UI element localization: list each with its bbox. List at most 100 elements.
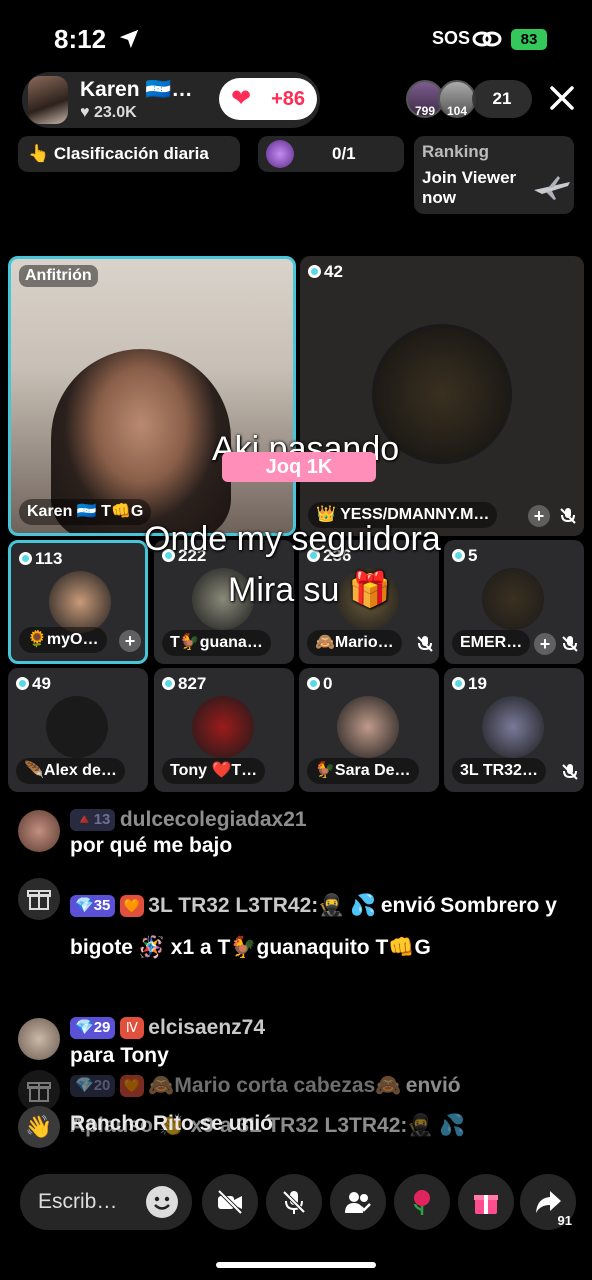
- add-guest-button[interactable]: +: [534, 633, 556, 655]
- daily-ranking-button[interactable]: 👆 Clasificación diaria: [18, 136, 240, 172]
- comment-placeholder: Escrib…: [38, 1190, 118, 1213]
- mic-muted-icon: [562, 764, 578, 780]
- host-avatar[interactable]: [28, 76, 68, 124]
- host-badge: Anfitrión: [19, 265, 98, 287]
- viewer-count[interactable]: 21: [472, 80, 532, 118]
- follow-count: +86: [271, 88, 305, 110]
- guest-tile[interactable]: 49 🪶Alex de…: [8, 668, 148, 792]
- mic-off-icon: [282, 1190, 306, 1214]
- host-name: Karen 🇭🇳…: [80, 78, 193, 101]
- live-dot-icon: [308, 265, 321, 278]
- ranking-card[interactable]: Ranking Join Viewer now: [414, 136, 574, 214]
- guest-avatar: [482, 568, 544, 630]
- live-dot-icon: [16, 677, 29, 690]
- heart-badge-icon: Ⅳ: [119, 1017, 144, 1039]
- guest-tile[interactable]: 5 EMER… +: [444, 540, 584, 664]
- guest-name: Tony ❤️T…: [162, 758, 266, 784]
- ranking-title: Ranking: [422, 142, 490, 161]
- live-dot-icon: [307, 677, 320, 690]
- chat-action: envió: [405, 1074, 461, 1097]
- wave-hand-icon: 👋: [18, 1106, 60, 1148]
- guest-count-badge: 827: [162, 674, 206, 694]
- level-badge: 💎20: [70, 1075, 116, 1097]
- guest-count-badge: 113: [19, 549, 62, 569]
- chat-text: por qué me bajo: [70, 834, 233, 857]
- guest-name: 🌻myO…: [19, 627, 107, 653]
- status-bar: 8:12 SOS 83: [0, 0, 592, 76]
- chat-text: para Tony: [70, 1044, 169, 1067]
- gift-event-icon: [18, 878, 60, 920]
- guest-name: T🐓guana…: [162, 630, 271, 656]
- emoji-icon[interactable]: [146, 1186, 178, 1218]
- guest-count-badge: 49: [16, 674, 51, 694]
- guest-tile[interactable]: 19 3L TR32…: [444, 668, 584, 792]
- guest-name: 🐓Sara De…: [307, 758, 419, 784]
- comment-input[interactable]: Escrib…: [20, 1174, 192, 1230]
- live-dot-icon: [19, 552, 32, 565]
- guest-avatar: [192, 696, 254, 758]
- heart-icon: ❤: [231, 85, 252, 112]
- host-video-tile[interactable]: Anfitrión Karen 🇭🇳 T👊G: [8, 256, 296, 536]
- user-avatar[interactable]: [18, 1018, 60, 1060]
- guest-count-badge: 42: [308, 262, 343, 282]
- chat-username[interactable]: 🙈Mario corta cabezas🙈: [148, 1074, 401, 1097]
- overlay-text-3: Mira su 🎁: [228, 571, 392, 609]
- live-dot-icon: [452, 677, 465, 690]
- share-count: 91: [557, 1213, 572, 1228]
- host-likes: ♥ 23.0K: [80, 104, 137, 121]
- overlay-chip: Joq 1K: [222, 452, 376, 482]
- guest-count-badge: 5: [452, 546, 477, 566]
- close-icon[interactable]: [546, 82, 578, 114]
- host-profile-pill[interactable]: Karen 🇭🇳… ♥ 23.0K ❤ +86: [22, 72, 320, 128]
- guest-tile[interactable]: 113 🌻myO… +: [8, 540, 148, 664]
- chat-username[interactable]: elcisaenz74: [148, 1016, 265, 1039]
- chat-username[interactable]: 3L TR32 L3TR42:🥷 💦: [148, 894, 376, 917]
- join-notice: 👋 Rancho Rito se unió: [18, 1106, 578, 1148]
- rose-icon: [413, 1190, 430, 1215]
- heart-badge-icon: 🧡: [119, 895, 144, 917]
- guest-tile[interactable]: 827 Tony ❤️T…: [154, 668, 294, 792]
- gift-button[interactable]: [458, 1174, 514, 1230]
- guest-avatar: [46, 696, 108, 758]
- mic-muted-icon: [417, 636, 433, 652]
- goal-button[interactable]: 0/1: [258, 136, 404, 172]
- share-button[interactable]: 91: [520, 1174, 576, 1230]
- guest-tile[interactable]: 0 🐓Sara De…: [299, 668, 439, 792]
- add-guest-button[interactable]: +: [119, 630, 141, 652]
- chat-message: 🔺13 dulcecolegiadax21 por qué me bajo: [18, 808, 578, 870]
- location-arrow-icon: [119, 29, 139, 49]
- live-dot-icon: [162, 677, 175, 690]
- guest-count: 42: [324, 262, 343, 281]
- guests-button[interactable]: [330, 1174, 386, 1230]
- guest-avatar: [482, 696, 544, 758]
- guest-count: 5: [468, 546, 478, 565]
- home-indicator[interactable]: [216, 1262, 376, 1268]
- gift-icon: [474, 1195, 498, 1214]
- goal-gift-icon: [266, 140, 294, 168]
- join-text: Rancho Rito se unió: [70, 1112, 274, 1135]
- chat-message: 💎29 Ⅳ elcisaenz74 para Tony: [18, 1016, 578, 1076]
- chat-action: envió: [380, 894, 436, 917]
- rose-gift-button[interactable]: [394, 1174, 450, 1230]
- share-arrow-icon: [536, 1191, 561, 1213]
- camera-off-button[interactable]: [202, 1174, 258, 1230]
- add-guest-button[interactable]: +: [528, 505, 550, 527]
- overlay-text-2: Onde my seguidora: [144, 520, 441, 558]
- follow-button[interactable]: ❤ +86: [219, 78, 317, 120]
- chat-username[interactable]: dulcecolegiadax21: [120, 808, 307, 831]
- mic-muted-icon: [560, 508, 576, 524]
- chat-message: 💎35 🧡 3L TR32 L3TR42:🥷 💦 envió Sombrero …: [18, 878, 578, 998]
- host-tile-name: Karen 🇭🇳 T👊G: [19, 499, 152, 525]
- battery-indicator: 83: [511, 29, 547, 50]
- guest-tile-large[interactable]: 42 👑 YESS/DMANNY.M… +: [300, 256, 584, 536]
- guest-name: 🙈Mario…: [307, 630, 402, 656]
- mic-off-button[interactable]: [266, 1174, 322, 1230]
- guest-avatar: [49, 571, 111, 633]
- heart-badge-icon: 🧡: [119, 1075, 144, 1097]
- people-icon: [345, 1192, 371, 1213]
- guest-count: 113: [35, 549, 63, 568]
- viewer-avatar[interactable]: 104: [438, 80, 476, 118]
- user-avatar[interactable]: [18, 810, 60, 852]
- video-off-icon: [217, 1189, 243, 1215]
- guest-count-badge: 19: [452, 674, 487, 694]
